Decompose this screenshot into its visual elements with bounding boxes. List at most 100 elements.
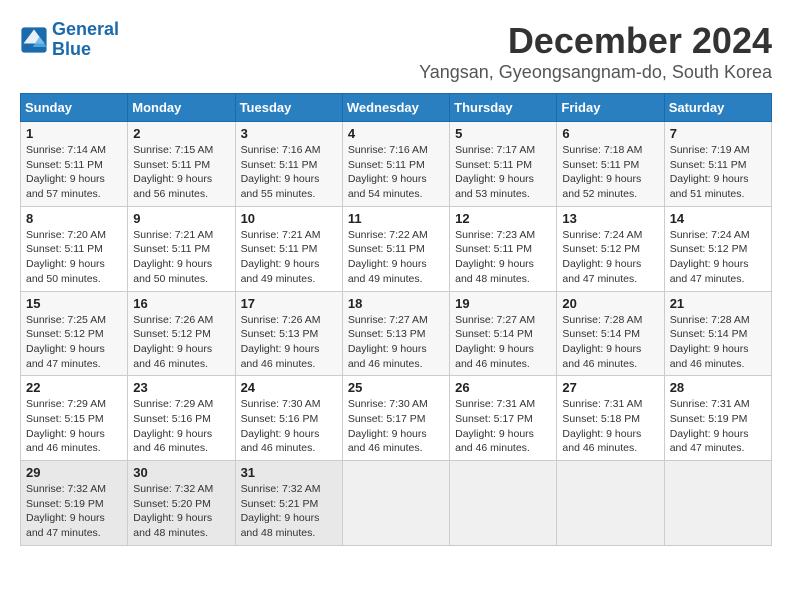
day-number: 27 [562, 380, 658, 395]
calendar-cell: 6 Sunrise: 7:18 AMSunset: 5:11 PMDaylight… [557, 122, 664, 207]
day-number: 18 [348, 296, 444, 311]
calendar-cell [342, 461, 449, 546]
calendar-cell: 30Sunrise: 7:32 AMSunset: 5:20 PMDayligh… [128, 461, 235, 546]
day-number: 4 [348, 126, 444, 141]
day-number: 31 [241, 465, 337, 480]
day-info: Sunrise: 7:30 AMSunset: 5:17 PMDaylight:… [348, 397, 444, 456]
day-info: Sunrise: 7:14 AMSunset: 5:11 PMDaylight:… [26, 143, 122, 202]
header-friday: Friday [557, 94, 664, 122]
day-number: 7 [670, 126, 766, 141]
day-info: Sunrise: 7:29 AMSunset: 5:15 PMDaylight:… [26, 397, 122, 456]
day-number: 20 [562, 296, 658, 311]
calendar-cell: 20 Sunrise: 7:28 AMSunset: 5:14 PMDayligh… [557, 291, 664, 376]
logo-text: GeneralBlue [52, 20, 119, 60]
calendar-cell: 1 Sunrise: 7:14 AMSunset: 5:11 PMDaylight… [21, 122, 128, 207]
day-info: Sunrise: 7:21 AMSunset: 5:11 PMDaylight:… [133, 228, 229, 287]
calendar-cell: 7Sunrise: 7:19 AMSunset: 5:11 PMDaylight… [664, 122, 771, 207]
day-number: 19 [455, 296, 551, 311]
header-tuesday: Tuesday [235, 94, 342, 122]
day-info: Sunrise: 7:17 AMSunset: 5:11 PMDaylight:… [455, 143, 551, 202]
day-number: 5 [455, 126, 551, 141]
day-info: Sunrise: 7:18 AMSunset: 5:11 PMDaylight:… [562, 143, 658, 202]
day-info: Sunrise: 7:15 AMSunset: 5:11 PMDaylight:… [133, 143, 229, 202]
day-number: 14 [670, 211, 766, 226]
calendar-cell: 31 Sunrise: 7:32 AMSunset: 5:21 PMDayligh… [235, 461, 342, 546]
day-number: 16 [133, 296, 229, 311]
calendar-cell: 28Sunrise: 7:31 AMSunset: 5:19 PMDayligh… [664, 376, 771, 461]
day-number: 11 [348, 211, 444, 226]
day-info: Sunrise: 7:24 AMSunset: 5:12 PMDaylight:… [670, 228, 766, 287]
day-number: 13 [562, 211, 658, 226]
header-sunday: Sunday [21, 94, 128, 122]
calendar-cell [557, 461, 664, 546]
calendar-cell: 29Sunrise: 7:32 AMSunset: 5:19 PMDayligh… [21, 461, 128, 546]
day-number: 17 [241, 296, 337, 311]
calendar-cell: 12Sunrise: 7:23 AMSunset: 5:11 PMDayligh… [450, 206, 557, 291]
day-info: Sunrise: 7:32 AMSunset: 5:20 PMDaylight:… [133, 482, 229, 541]
calendar-cell: 9 Sunrise: 7:21 AMSunset: 5:11 PMDaylight… [128, 206, 235, 291]
day-info: Sunrise: 7:24 AMSunset: 5:12 PMDaylight:… [562, 228, 658, 287]
calendar-cell [664, 461, 771, 546]
calendar-cell: 24 Sunrise: 7:30 AMSunset: 5:16 PMDayligh… [235, 376, 342, 461]
week-row: 1 Sunrise: 7:14 AMSunset: 5:11 PMDaylight… [21, 122, 772, 207]
day-number: 1 [26, 126, 122, 141]
header-thursday: Thursday [450, 94, 557, 122]
day-number: 9 [133, 211, 229, 226]
day-info: Sunrise: 7:26 AMSunset: 5:12 PMDaylight:… [133, 313, 229, 372]
calendar-cell: 19 Sunrise: 7:27 AMSunset: 5:14 PMDayligh… [450, 291, 557, 376]
day-number: 10 [241, 211, 337, 226]
header-saturday: Saturday [664, 94, 771, 122]
day-info: Sunrise: 7:28 AMSunset: 5:14 PMDaylight:… [562, 313, 658, 372]
day-info: Sunrise: 7:31 AMSunset: 5:17 PMDaylight:… [455, 397, 551, 456]
header-row: SundayMondayTuesdayWednesdayThursdayFrid… [21, 94, 772, 122]
header-monday: Monday [128, 94, 235, 122]
calendar-cell: 16 Sunrise: 7:26 AMSunset: 5:12 PMDayligh… [128, 291, 235, 376]
day-info: Sunrise: 7:31 AMSunset: 5:18 PMDaylight:… [562, 397, 658, 456]
calendar-table: SundayMondayTuesdayWednesdayThursdayFrid… [20, 93, 772, 546]
day-info: Sunrise: 7:27 AMSunset: 5:14 PMDaylight:… [455, 313, 551, 372]
calendar-cell: 10 Sunrise: 7:21 AMSunset: 5:11 PMDayligh… [235, 206, 342, 291]
logo: GeneralBlue [20, 20, 119, 60]
calendar-cell: 27 Sunrise: 7:31 AMSunset: 5:18 PMDayligh… [557, 376, 664, 461]
day-info: Sunrise: 7:16 AMSunset: 5:11 PMDaylight:… [348, 143, 444, 202]
week-row: 15Sunrise: 7:25 AMSunset: 5:12 PMDayligh… [21, 291, 772, 376]
day-info: Sunrise: 7:28 AMSunset: 5:14 PMDaylight:… [670, 313, 766, 372]
day-info: Sunrise: 7:23 AMSunset: 5:11 PMDaylight:… [455, 228, 551, 287]
calendar-cell: 13 Sunrise: 7:24 AMSunset: 5:12 PMDayligh… [557, 206, 664, 291]
day-number: 22 [26, 380, 122, 395]
calendar-cell: 25 Sunrise: 7:30 AMSunset: 5:17 PMDayligh… [342, 376, 449, 461]
location-title: Yangsan, Gyeongsangnam-do, South Korea [419, 62, 772, 83]
calendar-cell: 21 Sunrise: 7:28 AMSunset: 5:14 PMDayligh… [664, 291, 771, 376]
day-info: Sunrise: 7:32 AMSunset: 5:21 PMDaylight:… [241, 482, 337, 541]
day-number: 21 [670, 296, 766, 311]
calendar-cell: 15Sunrise: 7:25 AMSunset: 5:12 PMDayligh… [21, 291, 128, 376]
day-info: Sunrise: 7:27 AMSunset: 5:13 PMDaylight:… [348, 313, 444, 372]
day-info: Sunrise: 7:25 AMSunset: 5:12 PMDaylight:… [26, 313, 122, 372]
day-number: 26 [455, 380, 551, 395]
day-number: 6 [562, 126, 658, 141]
day-info: Sunrise: 7:20 AMSunset: 5:11 PMDaylight:… [26, 228, 122, 287]
calendar-cell [450, 461, 557, 546]
day-number: 24 [241, 380, 337, 395]
day-number: 2 [133, 126, 229, 141]
calendar-cell: 18 Sunrise: 7:27 AMSunset: 5:13 PMDayligh… [342, 291, 449, 376]
calendar-cell: 11 Sunrise: 7:22 AMSunset: 5:11 PMDayligh… [342, 206, 449, 291]
calendar-cell: 23 Sunrise: 7:29 AMSunset: 5:16 PMDayligh… [128, 376, 235, 461]
calendar-cell: 2 Sunrise: 7:15 AMSunset: 5:11 PMDaylight… [128, 122, 235, 207]
calendar-cell: 26 Sunrise: 7:31 AMSunset: 5:17 PMDayligh… [450, 376, 557, 461]
day-number: 25 [348, 380, 444, 395]
day-info: Sunrise: 7:29 AMSunset: 5:16 PMDaylight:… [133, 397, 229, 456]
day-info: Sunrise: 7:30 AMSunset: 5:16 PMDaylight:… [241, 397, 337, 456]
day-info: Sunrise: 7:16 AMSunset: 5:11 PMDaylight:… [241, 143, 337, 202]
calendar-cell: 17 Sunrise: 7:26 AMSunset: 5:13 PMDayligh… [235, 291, 342, 376]
week-row: 22 Sunrise: 7:29 AMSunset: 5:15 PMDayligh… [21, 376, 772, 461]
day-number: 28 [670, 380, 766, 395]
calendar-cell: 4 Sunrise: 7:16 AMSunset: 5:11 PMDaylight… [342, 122, 449, 207]
day-info: Sunrise: 7:22 AMSunset: 5:11 PMDaylight:… [348, 228, 444, 287]
day-info: Sunrise: 7:26 AMSunset: 5:13 PMDaylight:… [241, 313, 337, 372]
day-number: 23 [133, 380, 229, 395]
calendar-cell: 22 Sunrise: 7:29 AMSunset: 5:15 PMDayligh… [21, 376, 128, 461]
day-info: Sunrise: 7:21 AMSunset: 5:11 PMDaylight:… [241, 228, 337, 287]
day-number: 3 [241, 126, 337, 141]
month-title: December 2024 [419, 20, 772, 62]
